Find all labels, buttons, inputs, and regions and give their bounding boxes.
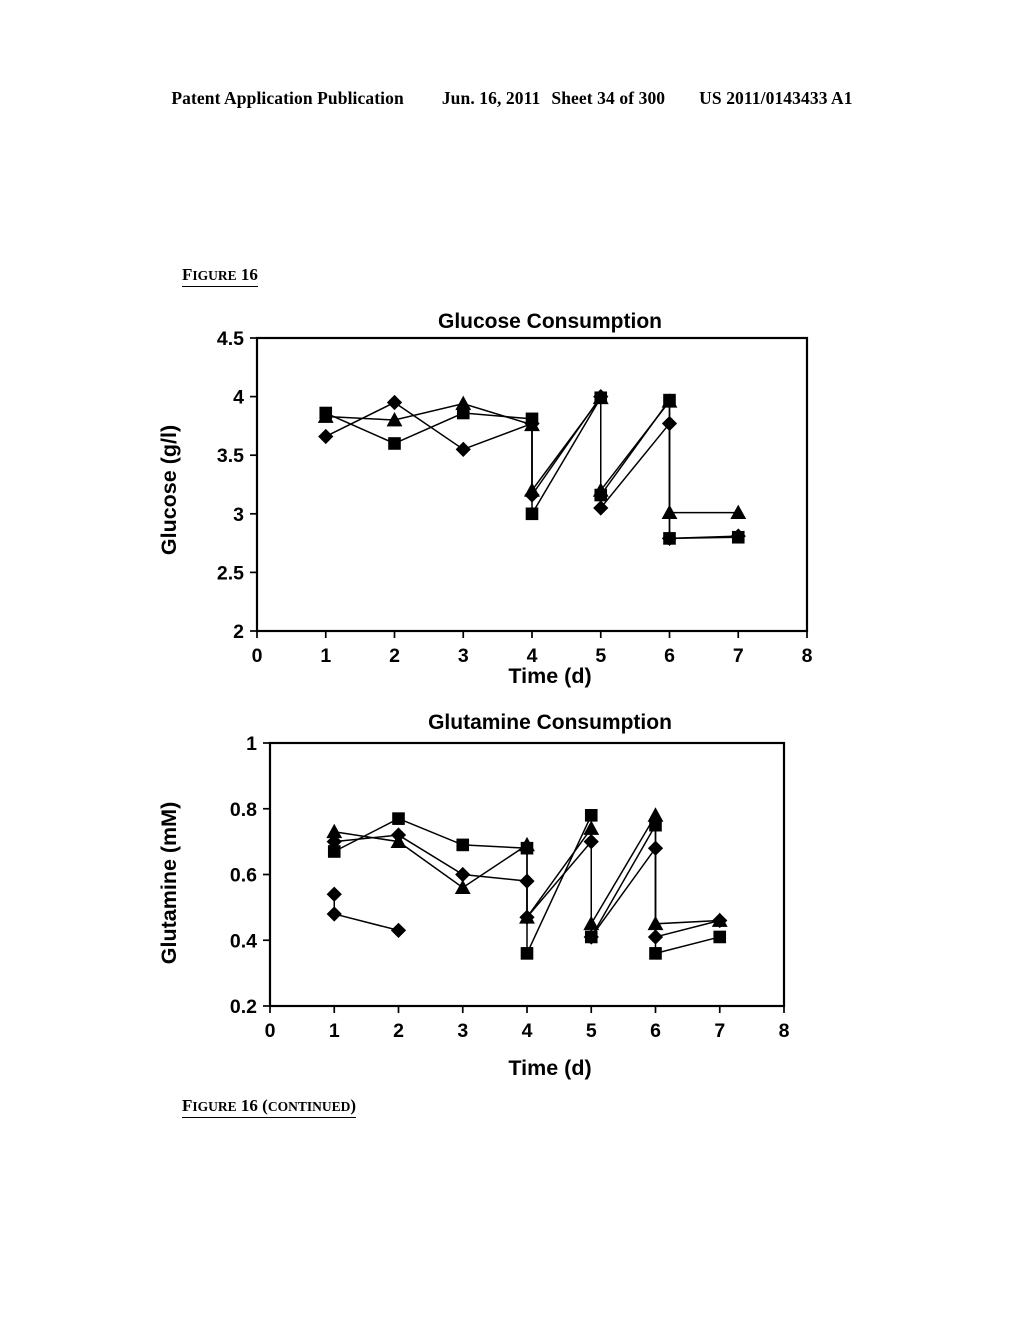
header-date-label: Jun. 16, 2011 — [441, 88, 541, 108]
x-tick-label: 3 — [458, 645, 469, 667]
x-tick-label: 5 — [595, 645, 606, 667]
y-tick-label: 1 — [246, 733, 257, 755]
chart-glucose-axes: 0 1 2 3 4 5 6 7 822.533.544.5 — [217, 328, 813, 667]
x-tick-label: 0 — [252, 645, 263, 667]
marker-triangle — [524, 482, 540, 497]
y-tick-label: 0.2 — [230, 996, 257, 1018]
y-tick-label: 4 — [233, 387, 244, 409]
x-tick-label: 4 — [522, 1020, 533, 1042]
chart-glutamine-title: Glutamine Consumption — [428, 711, 672, 734]
x-tick-label: 8 — [802, 645, 813, 667]
marker-triangle — [647, 807, 664, 822]
figure-caption-bottom-continued: CONTINUED — [267, 1099, 351, 1114]
page-header: Patent Application Publication Jun. 16, … — [0, 88, 1024, 109]
figure-caption-top-f: F — [182, 265, 193, 284]
x-tick-label: 6 — [650, 1020, 661, 1042]
figure-caption-top-number: 16 — [236, 265, 258, 284]
marker-square — [388, 437, 401, 450]
chart-glucose-xaxis-title: Time (d) — [508, 664, 591, 688]
header-sheet-label: Sheet 34 of 300 — [551, 88, 666, 108]
marker-triangle — [583, 915, 600, 931]
y-tick-label: 0.6 — [230, 865, 257, 887]
marker-triangle — [326, 823, 343, 839]
figure-caption-top: FIGURE 16 — [182, 265, 258, 287]
marker-square — [392, 812, 405, 825]
chart-glucose-yaxis-title: Glucose (g/l) — [157, 425, 181, 555]
x-tick-label: 2 — [393, 1020, 404, 1042]
marker-diamond — [455, 866, 471, 883]
chart-glutamine-consumption: Glutamine Consumption 0 1 2 3 4 5 6 7 8 0.2 0.4 0.6… — [150, 703, 850, 1093]
header-publication-label: Patent Application Publication — [171, 88, 404, 108]
y-tick-label: 3.5 — [217, 445, 244, 467]
x-tick-label: 7 — [714, 1020, 725, 1042]
marker-triangle — [455, 395, 472, 410]
chart-glucose-consumption: Glucose Consumption 0 1 2 3 4 5 6 7 8 2 2.5 3 3.5 4 4.… — [150, 300, 850, 700]
x-tick-label: 2 — [389, 645, 400, 667]
figure-caption-bottom-igure: IGURE — [192, 1099, 237, 1114]
series-line — [333, 894, 399, 932]
header-patent-number-label: US 2011/0143433 A1 — [699, 88, 853, 108]
marker-diamond — [386, 394, 403, 411]
x-tick-label: 6 — [664, 645, 675, 667]
chart-glutamine-yaxis-title: Glutamine (mM) — [157, 802, 181, 964]
x-tick-label: 3 — [457, 1020, 468, 1042]
marker-square — [649, 947, 662, 960]
x-tick-label: 5 — [586, 1020, 597, 1042]
x-tick-label: 1 — [320, 645, 331, 667]
marker-square — [713, 930, 727, 944]
y-tick-label: 0.4 — [230, 930, 257, 952]
y-tick-label: 2.5 — [217, 562, 244, 584]
figure-caption-top-igure: IGURE — [192, 268, 237, 283]
x-tick-label: 7 — [733, 645, 744, 667]
series-line — [334, 812, 720, 927]
y-tick-label: 4.5 — [217, 328, 244, 350]
chart-glutamine-xaxis-title: Time (d) — [508, 1056, 591, 1080]
figure-caption-bottom-number: 16 ( — [236, 1096, 268, 1115]
chart-glucose-title: Glucose Consumption — [438, 310, 662, 333]
chart-glutamine-series-group — [326, 807, 728, 960]
chart-glutamine-axes: 0 1 2 3 4 5 6 7 8 0.2 0.4 0.6 0.8 1 — [230, 733, 790, 1042]
x-tick-label: 0 — [265, 1020, 276, 1042]
figure-caption-bottom-f: F — [182, 1096, 193, 1115]
marker-diamond — [455, 441, 471, 457]
y-tick-label: 2 — [233, 621, 244, 643]
chart-glutamine-svg: Glutamine Consumption 0 1 2 3 4 5 6 7 8 0.2 0.4 0.6… — [157, 711, 790, 1080]
chart-glucose-series-group — [317, 388, 747, 547]
y-tick-label: 3 — [233, 504, 244, 526]
data-series — [326, 807, 728, 931]
marker-square — [456, 838, 470, 852]
marker-square — [520, 947, 534, 960]
marker-diamond — [318, 428, 334, 445]
x-tick-label: 8 — [779, 1020, 790, 1042]
marker-triangle — [454, 879, 471, 895]
y-tick-label: 0.8 — [230, 799, 257, 821]
marker-square — [584, 809, 598, 822]
chart-glucose-svg: Glucose Consumption 0 1 2 3 4 5 6 7 822.533.544.… — [157, 310, 813, 688]
figure-caption-bottom-paren: ) — [350, 1096, 357, 1115]
x-tick-label: 1 — [329, 1020, 340, 1042]
marker-diamond — [390, 922, 407, 939]
marker-square — [525, 507, 539, 521]
marker-diamond — [647, 929, 664, 945]
marker-diamond — [326, 886, 342, 902]
figure-caption-bottom: FIGURE 16 (CONTINUED) — [182, 1096, 357, 1118]
data-series — [326, 886, 407, 939]
marker-diamond — [326, 906, 342, 922]
